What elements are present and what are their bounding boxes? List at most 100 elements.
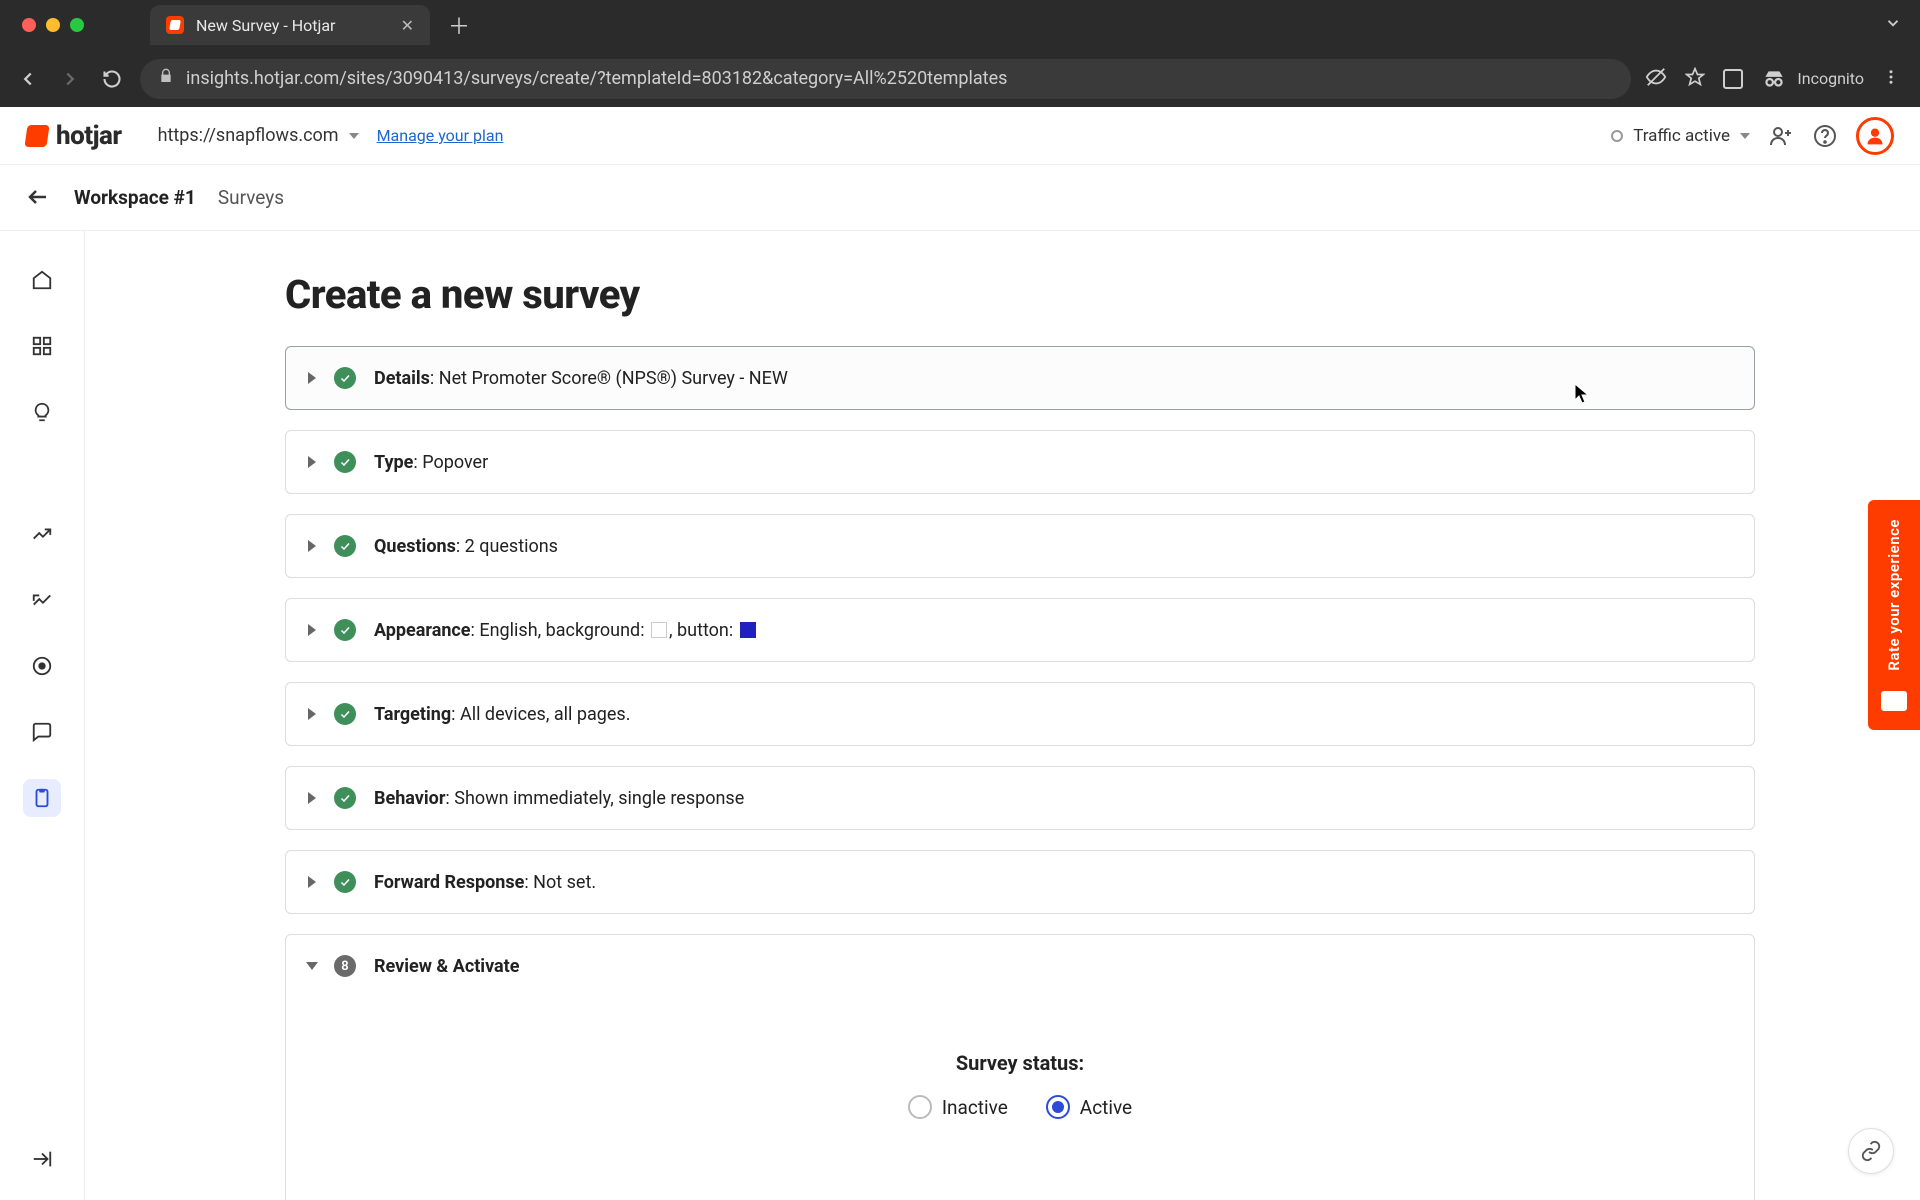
panel-forward-response[interactable]: Forward Response: Not set. — [285, 850, 1755, 914]
hotjar-logo[interactable]: hotjar — [26, 121, 122, 151]
new-tab-button[interactable]: ＋ — [448, 9, 470, 41]
check-icon — [334, 619, 356, 641]
url-input[interactable]: insights.hotjar.com/sites/3090413/survey… — [140, 59, 1631, 99]
tab-title: New Survey - Hotjar — [196, 16, 335, 35]
invite-user-icon[interactable] — [1768, 123, 1794, 149]
user-avatar[interactable] — [1856, 117, 1894, 155]
forward-button — [56, 65, 84, 93]
manage-plan-link[interactable]: Manage your plan — [377, 126, 504, 145]
eye-off-icon[interactable] — [1645, 66, 1667, 92]
panel-questions-label: Questions: 2 questions — [374, 536, 558, 557]
chevron-right-icon — [308, 372, 316, 384]
check-icon — [334, 703, 356, 725]
status-inactive-option[interactable]: Inactive — [908, 1095, 1008, 1119]
panel-forward-label: Forward Response: Not set. — [374, 872, 596, 893]
survey-status-block: Survey status: Inactive Active — [308, 1051, 1732, 1119]
panel-details[interactable]: Details: Net Promoter Score® (NPS®) Surv… — [285, 346, 1755, 410]
feedback-panel-icon — [1881, 691, 1907, 711]
check-icon — [334, 451, 356, 473]
chevron-down-icon — [306, 962, 318, 970]
back-button[interactable] — [14, 65, 42, 93]
traffic-active-indicator[interactable]: Traffic active — [1611, 126, 1750, 146]
window-traffic-lights[interactable] — [22, 18, 84, 32]
address-bar: insights.hotjar.com/sites/3090413/survey… — [0, 50, 1920, 107]
panel-appearance[interactable]: Appearance: English, background: , butto… — [285, 598, 1755, 662]
feedback-side-tab[interactable]: Rate your experience — [1868, 500, 1920, 730]
tab-bar: New Survey - Hotjar ✕ ＋ — [0, 0, 1920, 50]
incognito-indicator[interactable]: Incognito — [1761, 66, 1864, 92]
check-icon — [334, 871, 356, 893]
chevron-down-icon — [349, 133, 359, 139]
close-tab-icon[interactable]: ✕ — [401, 16, 414, 35]
status-inactive-label: Inactive — [942, 1096, 1008, 1119]
swatch-background — [651, 622, 667, 638]
lock-icon — [158, 68, 174, 89]
step-number-badge: 8 — [334, 955, 356, 977]
reload-button[interactable] — [98, 65, 126, 93]
panel-questions[interactable]: Questions: 2 questions — [285, 514, 1755, 578]
panel-type-label: Type: Popover — [374, 452, 488, 473]
feedback-tab-label: Rate your experience — [1885, 519, 1903, 671]
chevron-right-icon — [308, 708, 316, 720]
pulse-icon — [1611, 130, 1623, 142]
app-header: hotjar https://snapflows.com Manage your… — [0, 107, 1920, 165]
browser-tab[interactable]: New Survey - Hotjar ✕ — [150, 5, 430, 45]
status-active-option[interactable]: Active — [1046, 1095, 1132, 1119]
url-text: insights.hotjar.com/sites/3090413/survey… — [186, 68, 1007, 89]
panel-appearance-label: Appearance: English, background: , butto… — [374, 620, 758, 641]
chevron-right-icon — [308, 792, 316, 804]
check-icon — [334, 535, 356, 557]
close-window-icon[interactable] — [22, 18, 36, 32]
breadcrumb-section[interactable]: Surveys — [218, 186, 284, 209]
traffic-label: Traffic active — [1633, 126, 1730, 146]
maximize-window-icon[interactable] — [70, 18, 84, 32]
radio-icon — [908, 1095, 932, 1119]
chevron-right-icon — [308, 876, 316, 888]
panel-review-activate[interactable]: 8 Review & Activate Survey status: Inact… — [285, 934, 1755, 1200]
swatch-button — [740, 622, 756, 638]
panel-behavior-label: Behavior: Shown immediately, single resp… — [374, 788, 744, 809]
survey-status-heading: Survey status: — [308, 1051, 1732, 1075]
page-title: Create a new survey — [285, 271, 1860, 318]
nav-feedback-icon[interactable] — [23, 713, 61, 751]
breadcrumb-workspace[interactable]: Workspace #1 — [74, 186, 196, 209]
copy-link-fab[interactable] — [1848, 1128, 1894, 1174]
panel-targeting[interactable]: Targeting: All devices, all pages. — [285, 682, 1755, 746]
chevron-right-icon — [308, 456, 316, 468]
check-icon — [334, 367, 356, 389]
breadcrumb-back-button[interactable] — [26, 185, 52, 211]
browser-action-icons: Incognito — [1645, 66, 1900, 92]
cursor-icon — [1573, 382, 1593, 410]
logo-text: hotjar — [56, 121, 122, 151]
link-icon — [1860, 1140, 1882, 1162]
nav-surveys-icon[interactable] — [23, 779, 61, 817]
panel-type[interactable]: Type: Popover — [285, 430, 1755, 494]
minimize-window-icon[interactable] — [46, 18, 60, 32]
radio-icon — [1046, 1095, 1070, 1119]
nav-recordings-icon[interactable] — [23, 647, 61, 685]
nav-funnels-icon[interactable] — [23, 581, 61, 619]
nav-trends-icon[interactable] — [23, 515, 61, 553]
chevron-right-icon — [308, 624, 316, 636]
browser-menu-icon[interactable] — [1882, 68, 1900, 90]
panel-targeting-label: Targeting: All devices, all pages. — [374, 704, 630, 725]
hotjar-favicon-icon — [166, 16, 184, 34]
extensions-icon[interactable] — [1723, 69, 1743, 89]
nav-dashboard-icon[interactable] — [23, 327, 61, 365]
main-content: Create a new survey Details: Net Promote… — [85, 231, 1920, 1200]
nav-home-icon[interactable] — [23, 261, 61, 299]
expand-rail-icon[interactable] — [23, 1140, 61, 1178]
panel-details-label: Details: Net Promoter Score® (NPS®) Surv… — [374, 368, 788, 389]
tabs-overflow-icon[interactable] — [1884, 14, 1902, 36]
panel-behavior[interactable]: Behavior: Shown immediately, single resp… — [285, 766, 1755, 830]
bookmark-star-icon[interactable] — [1685, 67, 1705, 91]
chevron-down-icon — [1740, 133, 1750, 139]
site-picker[interactable]: https://snapflows.com — [158, 125, 359, 146]
nav-highlights-icon[interactable] — [23, 393, 61, 431]
workspace-layout: Create a new survey Details: Net Promote… — [0, 231, 1920, 1200]
chevron-right-icon — [308, 540, 316, 552]
help-icon[interactable] — [1812, 123, 1838, 149]
panel-review-label: Review & Activate — [374, 956, 520, 977]
incognito-label: Incognito — [1797, 69, 1864, 88]
left-nav-rail — [0, 231, 85, 1200]
